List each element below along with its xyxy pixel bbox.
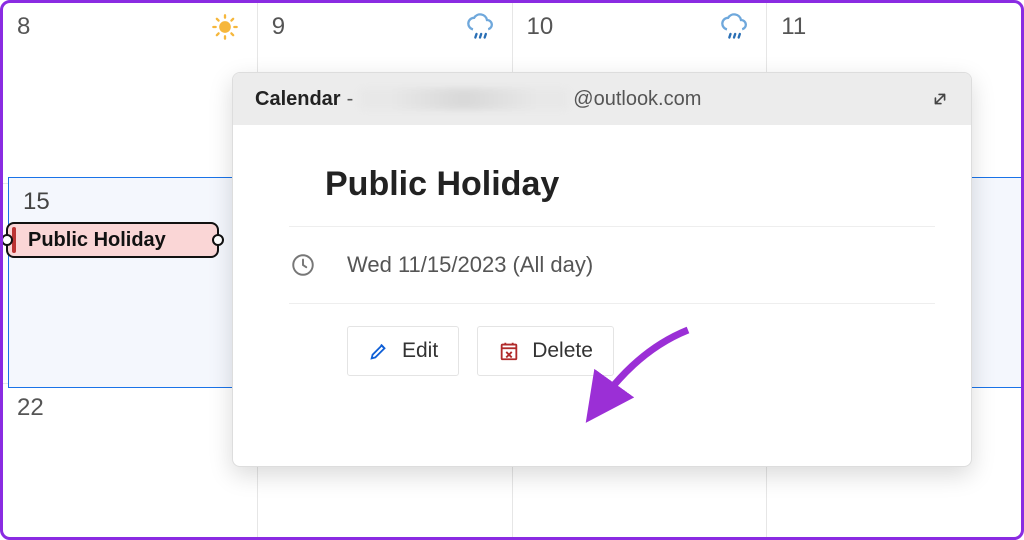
dash: - [347, 88, 354, 111]
clock-icon [289, 251, 317, 279]
resize-handle-left[interactable] [1, 234, 13, 246]
popup-body: Public Holiday Wed 11/15/2023 (All day) … [233, 125, 971, 400]
delete-button[interactable]: Delete [477, 326, 614, 376]
divider [289, 303, 935, 304]
popup-actions: Edit Delete [347, 326, 935, 376]
divider [289, 226, 935, 227]
calendar-delete-icon [498, 340, 520, 362]
rain-icon [466, 13, 494, 41]
day-number: 22 [17, 394, 247, 422]
day-cell[interactable] [3, 184, 258, 383]
event-popup: Calendar - @outlook.com Public Holiday W… [232, 72, 972, 467]
delete-label: Delete [532, 339, 593, 363]
email-domain: @outlook.com [573, 88, 701, 111]
popup-calendar-label: Calendar [255, 88, 341, 111]
day-number: 11 [781, 13, 1011, 41]
popup-header: Calendar - @outlook.com [233, 73, 971, 125]
expand-button[interactable] [927, 86, 953, 112]
expand-icon [929, 88, 951, 110]
edit-button[interactable]: Edit [347, 326, 459, 376]
event-title: Public Holiday [28, 229, 166, 252]
event-date-text: Wed 11/15/2023 (All day) [347, 252, 593, 278]
day-cell[interactable]: 8 [3, 3, 258, 183]
edit-label: Edit [402, 339, 438, 363]
pencil-icon [368, 340, 390, 362]
popup-account: Calendar - @outlook.com [255, 88, 701, 111]
sun-icon [211, 13, 239, 41]
event-date-row: Wed 11/15/2023 (All day) [289, 251, 935, 279]
redacted-email-user [359, 88, 569, 110]
rain-icon [720, 13, 748, 41]
resize-handle-right[interactable] [212, 234, 224, 246]
event-title-heading: Public Holiday [325, 165, 935, 204]
day-cell[interactable]: 22 [3, 384, 258, 537]
calendar-event[interactable]: Public Holiday [6, 222, 219, 258]
